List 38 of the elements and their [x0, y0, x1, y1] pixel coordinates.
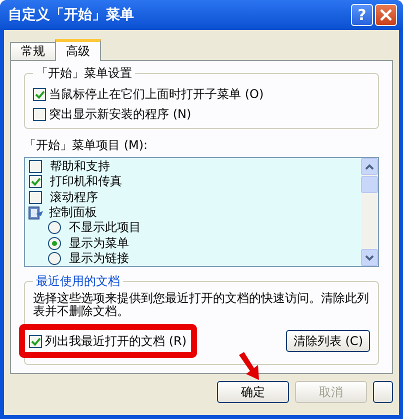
option-label[interactable]: 突出显示新安装的程序 (N) — [49, 106, 192, 122]
checkbox[interactable] — [29, 175, 42, 188]
scroll-down-button[interactable] — [361, 249, 378, 266]
list-item-label[interactable]: 帮助和支持 — [50, 158, 110, 176]
partial-button[interactable] — [373, 381, 393, 403]
scroll-thumb[interactable] — [361, 176, 378, 193]
close-button[interactable] — [375, 4, 397, 26]
radio-button[interactable] — [48, 221, 61, 234]
group-title: 「开始」菜单设置 — [35, 65, 133, 82]
checkbox[interactable] — [33, 108, 46, 120]
clear-list-button[interactable]: 清除列表 (C) — [286, 330, 370, 352]
help-button[interactable]: ? — [351, 4, 373, 26]
tab[interactable]: 常规 — [10, 42, 56, 60]
list-label: 「开始」菜单项目 (M): — [24, 137, 149, 154]
close-icon — [380, 9, 392, 21]
list-item-label[interactable]: 显示为链接 — [69, 250, 129, 266]
group-title: 最近使用的文档 — [35, 273, 121, 290]
list-item-label[interactable]: 不显示此项目 — [69, 219, 141, 236]
control-panel-icon — [28, 204, 44, 221]
tab[interactable]: 高级 — [55, 39, 101, 61]
checkbox[interactable] — [29, 160, 42, 174]
description-text: 选择这些选项来提供到您最近打开的文档的快速访问。清除此列表并不删除文档。 — [33, 292, 370, 318]
scroll-up-button[interactable] — [361, 158, 378, 175]
list-item-label[interactable]: 显示为菜单 — [69, 234, 129, 252]
radio-button[interactable] — [48, 252, 61, 265]
checkbox[interactable] — [33, 88, 46, 100]
list-item-label[interactable]: 打印机和传真 — [50, 173, 122, 190]
items-listbox[interactable]: 帮助和支持 打印机和传真 滚动程序 控制面板 不显示此项目 显示为菜单 显示为链接 — [24, 157, 379, 267]
checkbox[interactable] — [29, 190, 42, 204]
list-item-label[interactable]: 控制面板 — [49, 204, 97, 222]
window-title: 自定义「开始」菜单 — [8, 6, 135, 24]
scrollbar[interactable] — [361, 158, 378, 266]
option-label[interactable]: 当鼠标停止在它们上面时打开子菜单 (O) — [49, 86, 264, 102]
radio-button[interactable] — [48, 236, 61, 250]
list-item-label[interactable]: 滚动程序 — [50, 188, 98, 206]
dialog-button[interactable]: 确定 — [217, 381, 289, 403]
option-label[interactable]: 列出我最近打开的文档 (R) — [45, 332, 187, 350]
checkbox[interactable] — [29, 334, 42, 348]
